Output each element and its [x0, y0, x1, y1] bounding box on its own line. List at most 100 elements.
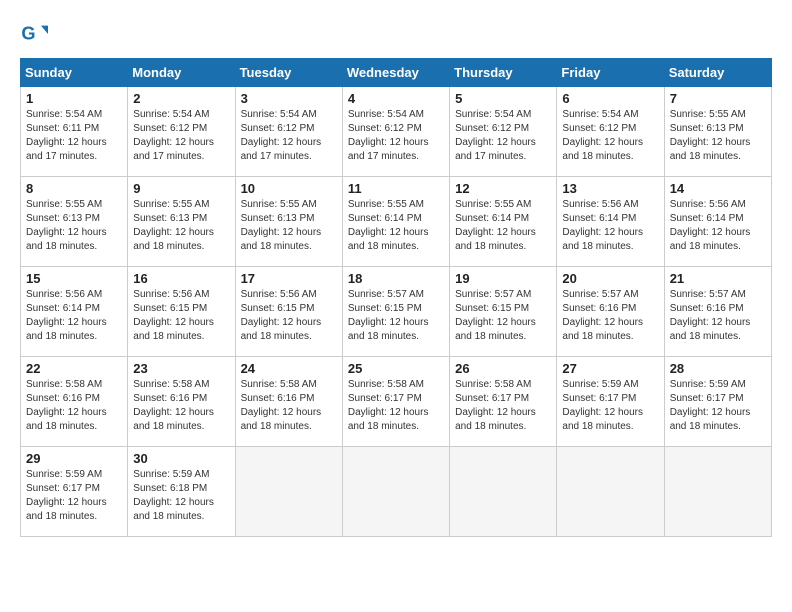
calendar-week-2: 8 Sunrise: 5:55 AMSunset: 6:13 PMDaylight…: [21, 177, 772, 267]
calendar-header-row: SundayMondayTuesdayWednesdayThursdayFrid…: [21, 59, 772, 87]
calendar-cell: [342, 447, 449, 537]
calendar-cell: 10 Sunrise: 5:55 AMSunset: 6:13 PMDayligh…: [235, 177, 342, 267]
column-header-monday: Monday: [128, 59, 235, 87]
calendar-cell: 26 Sunrise: 5:58 AMSunset: 6:17 PMDayligh…: [450, 357, 557, 447]
calendar-week-3: 15 Sunrise: 5:56 AMSunset: 6:14 PMDayligh…: [21, 267, 772, 357]
column-header-tuesday: Tuesday: [235, 59, 342, 87]
day-info: Sunrise: 5:56 AMSunset: 6:15 PMDaylight:…: [241, 288, 337, 344]
day-number: 29: [26, 451, 122, 466]
calendar-cell: [557, 447, 664, 537]
calendar-cell: 3 Sunrise: 5:54 AMSunset: 6:12 PMDaylight…: [235, 87, 342, 177]
day-info: Sunrise: 5:54 AMSunset: 6:12 PMDaylight:…: [348, 108, 444, 164]
calendar-cell: 15 Sunrise: 5:56 AMSunset: 6:14 PMDayligh…: [21, 267, 128, 357]
day-number: 23: [133, 361, 229, 376]
day-info: Sunrise: 5:58 AMSunset: 6:17 PMDaylight:…: [455, 378, 551, 434]
day-number: 5: [455, 91, 551, 106]
calendar-cell: 7 Sunrise: 5:55 AMSunset: 6:13 PMDaylight…: [664, 87, 771, 177]
calendar-cell: 27 Sunrise: 5:59 AMSunset: 6:17 PMDayligh…: [557, 357, 664, 447]
calendar-week-1: 1 Sunrise: 5:54 AMSunset: 6:11 PMDaylight…: [21, 87, 772, 177]
day-info: Sunrise: 5:58 AMSunset: 6:16 PMDaylight:…: [26, 378, 122, 434]
column-header-saturday: Saturday: [664, 59, 771, 87]
day-number: 17: [241, 271, 337, 286]
calendar-cell: 11Sunrise: 5:55 AMSunset: 6:14 PMDayligh…: [342, 177, 449, 267]
day-info: Sunrise: 5:55 AMSunset: 6:14 PMDaylight:…: [455, 198, 551, 254]
day-number: 16: [133, 271, 229, 286]
day-info: Sunrise: 5:54 AMSunset: 6:11 PMDaylight:…: [26, 108, 122, 164]
day-number: 30: [133, 451, 229, 466]
calendar-cell: 19 Sunrise: 5:57 AMSunset: 6:15 PMDayligh…: [450, 267, 557, 357]
day-info: Sunrise: 5:57 AMSunset: 6:15 PMDaylight:…: [455, 288, 551, 344]
day-info: Sunrise: 5:54 AMSunset: 6:12 PMDaylight:…: [241, 108, 337, 164]
day-info: Sunrise: 5:56 AMSunset: 6:14 PMDaylight:…: [26, 288, 122, 344]
day-number: 1: [26, 91, 122, 106]
column-header-friday: Friday: [557, 59, 664, 87]
day-number: 19: [455, 271, 551, 286]
day-number: 8: [26, 181, 122, 196]
day-info: Sunrise: 5:55 AMSunset: 6:13 PMDaylight:…: [133, 198, 229, 254]
day-info: Sunrise: 5:55 AMSunset: 6:13 PMDaylight:…: [26, 198, 122, 254]
day-info: Sunrise: 5:55 AMSunset: 6:14 PMDaylight:…: [348, 198, 444, 254]
day-info: Sunrise: 5:58 AMSunset: 6:16 PMDaylight:…: [241, 378, 337, 434]
logo-icon: G: [20, 20, 48, 48]
day-info: Sunrise: 5:56 AMSunset: 6:14 PMDaylight:…: [562, 198, 658, 254]
day-info: Sunrise: 5:55 AMSunset: 6:13 PMDaylight:…: [670, 108, 766, 164]
day-number: 15: [26, 271, 122, 286]
day-number: 9: [133, 181, 229, 196]
calendar-cell: 8 Sunrise: 5:55 AMSunset: 6:13 PMDaylight…: [21, 177, 128, 267]
calendar-week-4: 22Sunrise: 5:58 AMSunset: 6:16 PMDayligh…: [21, 357, 772, 447]
calendar-cell: 1 Sunrise: 5:54 AMSunset: 6:11 PMDaylight…: [21, 87, 128, 177]
calendar-cell: 12 Sunrise: 5:55 AMSunset: 6:14 PMDayligh…: [450, 177, 557, 267]
day-number: 10: [241, 181, 337, 196]
calendar-cell: 16 Sunrise: 5:56 AMSunset: 6:15 PMDayligh…: [128, 267, 235, 357]
calendar-table: SundayMondayTuesdayWednesdayThursdayFrid…: [20, 58, 772, 537]
day-number: 3: [241, 91, 337, 106]
calendar-cell: 25Sunrise: 5:58 AMSunset: 6:17 PMDayligh…: [342, 357, 449, 447]
calendar-week-5: 29 Sunrise: 5:59 AMSunset: 6:17 PMDayligh…: [21, 447, 772, 537]
day-info: Sunrise: 5:58 AMSunset: 6:16 PMDaylight:…: [133, 378, 229, 434]
day-info: Sunrise: 5:54 AMSunset: 6:12 PMDaylight:…: [133, 108, 229, 164]
day-number: 12: [455, 181, 551, 196]
calendar-cell: 14 Sunrise: 5:56 AMSunset: 6:14 PMDayligh…: [664, 177, 771, 267]
day-number: 18: [348, 271, 444, 286]
day-number: 7: [670, 91, 766, 106]
calendar-cell: [450, 447, 557, 537]
day-number: 6: [562, 91, 658, 106]
svg-text:G: G: [21, 24, 35, 44]
calendar-cell: 6 Sunrise: 5:54 AMSunset: 6:12 PMDaylight…: [557, 87, 664, 177]
column-header-wednesday: Wednesday: [342, 59, 449, 87]
column-header-thursday: Thursday: [450, 59, 557, 87]
day-number: 27: [562, 361, 658, 376]
day-info: Sunrise: 5:59 AMSunset: 6:17 PMDaylight:…: [562, 378, 658, 434]
calendar-cell: [664, 447, 771, 537]
day-info: Sunrise: 5:59 AMSunset: 6:18 PMDaylight:…: [133, 468, 229, 524]
logo: G: [20, 20, 50, 48]
day-info: Sunrise: 5:57 AMSunset: 6:16 PMDaylight:…: [562, 288, 658, 344]
calendar-cell: 5 Sunrise: 5:54 AMSunset: 6:12 PMDaylight…: [450, 87, 557, 177]
day-number: 24: [241, 361, 337, 376]
day-info: Sunrise: 5:55 AMSunset: 6:13 PMDaylight:…: [241, 198, 337, 254]
calendar-cell: 13 Sunrise: 5:56 AMSunset: 6:14 PMDayligh…: [557, 177, 664, 267]
calendar-cell: 18Sunrise: 5:57 AMSunset: 6:15 PMDayligh…: [342, 267, 449, 357]
day-number: 20: [562, 271, 658, 286]
day-info: Sunrise: 5:59 AMSunset: 6:17 PMDaylight:…: [26, 468, 122, 524]
header: G: [20, 20, 772, 48]
day-number: 4: [348, 91, 444, 106]
calendar-cell: 2Sunrise: 5:54 AMSunset: 6:12 PMDaylight…: [128, 87, 235, 177]
day-info: Sunrise: 5:56 AMSunset: 6:15 PMDaylight:…: [133, 288, 229, 344]
day-info: Sunrise: 5:54 AMSunset: 6:12 PMDaylight:…: [455, 108, 551, 164]
day-info: Sunrise: 5:59 AMSunset: 6:17 PMDaylight:…: [670, 378, 766, 434]
day-info: Sunrise: 5:57 AMSunset: 6:16 PMDaylight:…: [670, 288, 766, 344]
calendar-cell: 29 Sunrise: 5:59 AMSunset: 6:17 PMDayligh…: [21, 447, 128, 537]
day-number: 28: [670, 361, 766, 376]
day-info: Sunrise: 5:56 AMSunset: 6:14 PMDaylight:…: [670, 198, 766, 254]
calendar-cell: 4 Sunrise: 5:54 AMSunset: 6:12 PMDaylight…: [342, 87, 449, 177]
calendar-cell: 23 Sunrise: 5:58 AMSunset: 6:16 PMDayligh…: [128, 357, 235, 447]
calendar-cell: [235, 447, 342, 537]
day-number: 13: [562, 181, 658, 196]
calendar-cell: 30 Sunrise: 5:59 AMSunset: 6:18 PMDayligh…: [128, 447, 235, 537]
day-info: Sunrise: 5:54 AMSunset: 6:12 PMDaylight:…: [562, 108, 658, 164]
day-number: 14: [670, 181, 766, 196]
calendar-cell: 9 Sunrise: 5:55 AMSunset: 6:13 PMDaylight…: [128, 177, 235, 267]
day-number: 26: [455, 361, 551, 376]
day-info: Sunrise: 5:58 AMSunset: 6:17 PMDaylight:…: [348, 378, 444, 434]
